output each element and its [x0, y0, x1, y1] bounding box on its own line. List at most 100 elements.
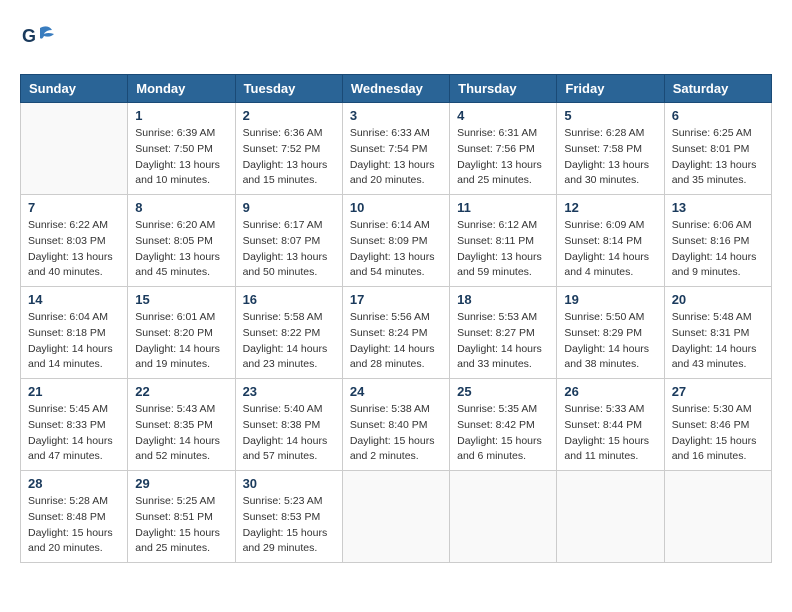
day-info: Sunrise: 6:06 AMSunset: 8:16 PMDaylight:… — [672, 218, 764, 281]
day-number: 19 — [564, 292, 656, 307]
calendar-cell — [21, 103, 128, 195]
day-info: Sunrise: 6:12 AMSunset: 8:11 PMDaylight:… — [457, 218, 549, 281]
calendar-week-row: 14Sunrise: 6:04 AMSunset: 8:18 PMDayligh… — [21, 287, 772, 379]
day-number: 24 — [350, 384, 442, 399]
day-info: Sunrise: 5:53 AMSunset: 8:27 PMDaylight:… — [457, 310, 549, 373]
calendar-cell: 10 Sunrise: 6:14 AMSunset: 8:09 PMDayligh… — [342, 195, 449, 287]
day-info: Sunrise: 6:39 AMSunset: 7:50 PMDaylight:… — [135, 126, 227, 189]
calendar-cell: 19 Sunrise: 5:50 AMSunset: 8:29 PMDayligh… — [557, 287, 664, 379]
day-number: 5 — [564, 108, 656, 123]
logo-icon: G — [20, 20, 58, 58]
day-info: Sunrise: 5:35 AMSunset: 8:42 PMDaylight:… — [457, 402, 549, 465]
calendar-cell: 7 Sunrise: 6:22 AMSunset: 8:03 PMDaylight… — [21, 195, 128, 287]
calendar-cell: 27 Sunrise: 5:30 AMSunset: 8:46 PMDayligh… — [664, 379, 771, 471]
day-number: 27 — [672, 384, 764, 399]
day-number: 23 — [243, 384, 335, 399]
day-info: Sunrise: 5:56 AMSunset: 8:24 PMDaylight:… — [350, 310, 442, 373]
day-number: 7 — [28, 200, 120, 215]
day-info: Sunrise: 5:50 AMSunset: 8:29 PMDaylight:… — [564, 310, 656, 373]
day-number: 15 — [135, 292, 227, 307]
day-info: Sunrise: 5:43 AMSunset: 8:35 PMDaylight:… — [135, 402, 227, 465]
day-info: Sunrise: 5:48 AMSunset: 8:31 PMDaylight:… — [672, 310, 764, 373]
calendar-cell: 20 Sunrise: 5:48 AMSunset: 8:31 PMDayligh… — [664, 287, 771, 379]
svg-text:G: G — [22, 26, 36, 46]
day-info: Sunrise: 5:45 AMSunset: 8:33 PMDaylight:… — [28, 402, 120, 465]
calendar-cell: 18 Sunrise: 5:53 AMSunset: 8:27 PMDayligh… — [450, 287, 557, 379]
day-info: Sunrise: 6:20 AMSunset: 8:05 PMDaylight:… — [135, 218, 227, 281]
day-info: Sunrise: 5:23 AMSunset: 8:53 PMDaylight:… — [243, 494, 335, 557]
day-info: Sunrise: 6:09 AMSunset: 8:14 PMDaylight:… — [564, 218, 656, 281]
day-number: 25 — [457, 384, 549, 399]
day-info: Sunrise: 5:30 AMSunset: 8:46 PMDaylight:… — [672, 402, 764, 465]
day-info: Sunrise: 5:40 AMSunset: 8:38 PMDaylight:… — [243, 402, 335, 465]
day-info: Sunrise: 5:25 AMSunset: 8:51 PMDaylight:… — [135, 494, 227, 557]
day-info: Sunrise: 6:01 AMSunset: 8:20 PMDaylight:… — [135, 310, 227, 373]
day-number: 30 — [243, 476, 335, 491]
day-header-friday: Friday — [557, 75, 664, 103]
day-info: Sunrise: 5:28 AMSunset: 8:48 PMDaylight:… — [28, 494, 120, 557]
calendar-week-row: 1 Sunrise: 6:39 AMSunset: 7:50 PMDaylight… — [21, 103, 772, 195]
calendar-cell — [342, 471, 449, 563]
day-header-wednesday: Wednesday — [342, 75, 449, 103]
calendar-week-row: 28 Sunrise: 5:28 AMSunset: 8:48 PMDayligh… — [21, 471, 772, 563]
calendar-cell: 2Sunrise: 6:36 AMSunset: 7:52 PMDaylight… — [235, 103, 342, 195]
calendar-cell: 28 Sunrise: 5:28 AMSunset: 8:48 PMDayligh… — [21, 471, 128, 563]
calendar-cell: 13 Sunrise: 6:06 AMSunset: 8:16 PMDayligh… — [664, 195, 771, 287]
day-info: Sunrise: 6:22 AMSunset: 8:03 PMDaylight:… — [28, 218, 120, 281]
calendar-cell — [664, 471, 771, 563]
day-info: Sunrise: 6:25 AMSunset: 8:01 PMDaylight:… — [672, 126, 764, 189]
calendar-cell — [450, 471, 557, 563]
calendar-cell: 8 Sunrise: 6:20 AMSunset: 8:05 PMDaylight… — [128, 195, 235, 287]
day-number: 13 — [672, 200, 764, 215]
day-info: Sunrise: 6:28 AMSunset: 7:58 PMDaylight:… — [564, 126, 656, 189]
day-info: Sunrise: 5:38 AMSunset: 8:40 PMDaylight:… — [350, 402, 442, 465]
day-number: 29 — [135, 476, 227, 491]
calendar-cell: 25 Sunrise: 5:35 AMSunset: 8:42 PMDayligh… — [450, 379, 557, 471]
calendar-cell: 21 Sunrise: 5:45 AMSunset: 8:33 PMDayligh… — [21, 379, 128, 471]
day-number: 20 — [672, 292, 764, 307]
day-header-sunday: Sunday — [21, 75, 128, 103]
day-number: 17 — [350, 292, 442, 307]
calendar-cell: 29 Sunrise: 5:25 AMSunset: 8:51 PMDayligh… — [128, 471, 235, 563]
calendar-cell: 17 Sunrise: 5:56 AMSunset: 8:24 PMDayligh… — [342, 287, 449, 379]
day-info: Sunrise: 6:31 AMSunset: 7:56 PMDaylight:… — [457, 126, 549, 189]
day-header-tuesday: Tuesday — [235, 75, 342, 103]
day-info: Sunrise: 6:17 AMSunset: 8:07 PMDaylight:… — [243, 218, 335, 281]
day-number: 21 — [28, 384, 120, 399]
calendar-header-row: SundayMondayTuesdayWednesdayThursdayFrid… — [21, 75, 772, 103]
day-number: 8 — [135, 200, 227, 215]
day-number: 3 — [350, 108, 442, 123]
day-number: 10 — [350, 200, 442, 215]
day-number: 16 — [243, 292, 335, 307]
calendar-week-row: 7 Sunrise: 6:22 AMSunset: 8:03 PMDaylight… — [21, 195, 772, 287]
calendar-cell: 30 Sunrise: 5:23 AMSunset: 8:53 PMDayligh… — [235, 471, 342, 563]
calendar-cell: 9 Sunrise: 6:17 AMSunset: 8:07 PMDaylight… — [235, 195, 342, 287]
day-info: Sunrise: 6:14 AMSunset: 8:09 PMDaylight:… — [350, 218, 442, 281]
calendar-cell — [557, 471, 664, 563]
calendar-cell: 3Sunrise: 6:33 AMSunset: 7:54 PMDaylight… — [342, 103, 449, 195]
calendar-cell: 23 Sunrise: 5:40 AMSunset: 8:38 PMDayligh… — [235, 379, 342, 471]
day-number: 11 — [457, 200, 549, 215]
calendar-cell: 14Sunrise: 6:04 AMSunset: 8:18 PMDayligh… — [21, 287, 128, 379]
page-header: G — [20, 20, 772, 58]
calendar-cell: 26Sunrise: 5:33 AMSunset: 8:44 PMDayligh… — [557, 379, 664, 471]
day-header-monday: Monday — [128, 75, 235, 103]
calendar-table: SundayMondayTuesdayWednesdayThursdayFrid… — [20, 74, 772, 563]
calendar-week-row: 21 Sunrise: 5:45 AMSunset: 8:33 PMDayligh… — [21, 379, 772, 471]
calendar-cell: 6 Sunrise: 6:25 AMSunset: 8:01 PMDaylight… — [664, 103, 771, 195]
day-info: Sunrise: 5:33 AMSunset: 8:44 PMDaylight:… — [564, 402, 656, 465]
day-number: 9 — [243, 200, 335, 215]
calendar-cell: 5 Sunrise: 6:28 AMSunset: 7:58 PMDaylight… — [557, 103, 664, 195]
day-number: 12 — [564, 200, 656, 215]
day-number: 1 — [135, 108, 227, 123]
day-number: 6 — [672, 108, 764, 123]
calendar-cell: 11 Sunrise: 6:12 AMSunset: 8:11 PMDayligh… — [450, 195, 557, 287]
day-number: 4 — [457, 108, 549, 123]
day-number: 28 — [28, 476, 120, 491]
day-header-thursday: Thursday — [450, 75, 557, 103]
calendar-cell: 12 Sunrise: 6:09 AMSunset: 8:14 PMDayligh… — [557, 195, 664, 287]
day-info: Sunrise: 6:36 AMSunset: 7:52 PMDaylight:… — [243, 126, 335, 189]
day-number: 18 — [457, 292, 549, 307]
day-info: Sunrise: 5:58 AMSunset: 8:22 PMDaylight:… — [243, 310, 335, 373]
day-header-saturday: Saturday — [664, 75, 771, 103]
